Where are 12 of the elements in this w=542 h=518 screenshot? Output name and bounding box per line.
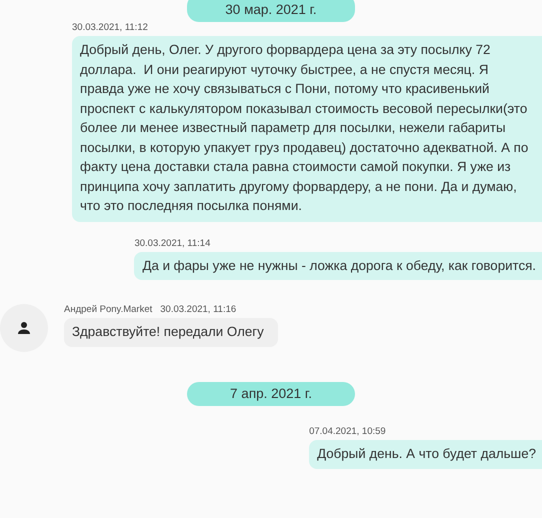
date-separator: 7 апр. 2021 г. bbox=[187, 382, 355, 406]
message-bubble: Да и фары уже не нужны - ложка дорога к обеду, как говорится. bbox=[134, 252, 542, 280]
author-name: Андрей Pony.Market bbox=[64, 304, 152, 315]
message-time: 30.03.2021, 11:14 bbox=[134, 238, 210, 248]
date-separator: 30 мар. 2021 г. bbox=[187, 0, 355, 22]
message-bubble: Добрый день, Олег. У другого форвардера цена за эту посылку 72 доллара. И они реагируют чуточку быстрее, а не спустя месяц. Я правда уже не хочу связываться с Пони, потому что красивенький проспект с калькулятором показывал стоимость весовой пересылки(это более ли менее известный параметр для посылки, нежели габариты посылки, в которую упакует груз продавец) достаточно адекватной. А по факту цена доставки стала равна стоимости самой покупки. Я уже из принципа хочу заплатить другому форвардеру, а не пони. Да и думаю, что это последняя посылка понями. bbox=[72, 36, 542, 222]
message-time: 07.04.2021, 10:59 bbox=[309, 426, 386, 437]
message-bubble: Здравствуйте! передали Олегу bbox=[64, 318, 278, 346]
message-time: 30.03.2021, 11:12 bbox=[72, 22, 148, 33]
person-icon bbox=[15, 319, 33, 337]
message-time: 30.03.2021, 11:16 bbox=[160, 304, 236, 315]
message-bubble: Добрый день. А что будет дальше? bbox=[309, 440, 542, 468]
